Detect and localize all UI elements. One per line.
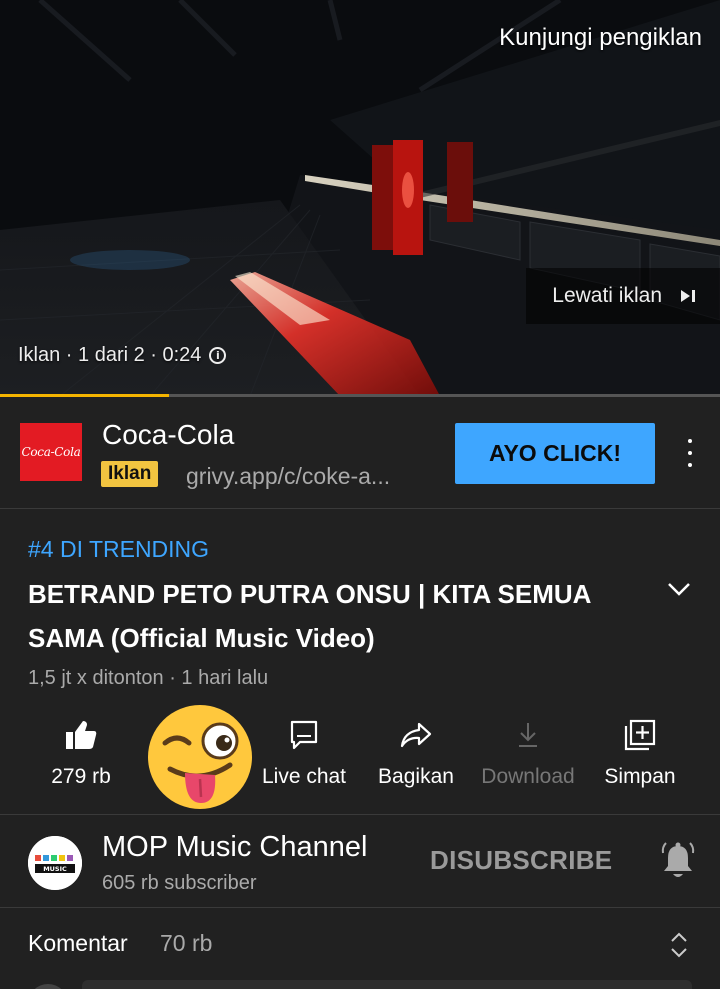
bell-icon[interactable] <box>660 841 696 881</box>
comment-preview[interactable] <box>82 980 692 989</box>
download-label: Download <box>481 765 575 788</box>
save-button[interactable]: Simpan <box>598 712 682 789</box>
winking-tongue-emoji <box>148 705 252 809</box>
expand-collapse-icon[interactable] <box>668 930 690 960</box>
unsubscribe-button[interactable]: DISUBSCRIBE <box>430 845 612 876</box>
coca-cola-logo[interactable]: Coca-Cola <box>20 423 82 481</box>
comments-section[interactable]: Komentar 70 rb <box>0 908 720 989</box>
share-button[interactable]: Bagikan <box>370 712 462 789</box>
live-chat-label: Live chat <box>261 765 347 788</box>
comments-title: Komentar <box>28 930 128 956</box>
download-icon <box>516 712 540 758</box>
action-bar: 279 rb Live chat Bagikan Download Simpan <box>0 712 720 812</box>
skip-ad-button[interactable]: Lewati iklan <box>526 268 720 324</box>
subscriber-count: 605 rb subscriber <box>102 872 257 894</box>
ad-video-frame <box>0 0 720 396</box>
skip-ad-label: Lewati iklan <box>552 284 662 307</box>
visit-advertiser-link[interactable]: Kunjungi pengiklan <box>499 24 702 52</box>
like-button[interactable]: 279 rb <box>46 712 116 789</box>
save-label: Simpan <box>604 765 676 788</box>
comment-avatar <box>28 984 68 989</box>
channel-name[interactable]: MOP Music Channel <box>102 831 367 864</box>
add-to-playlist-icon <box>623 712 657 758</box>
ad-cta-button[interactable]: AYO CLICK! <box>455 423 655 484</box>
advertiser-name[interactable]: Coca-Cola <box>102 419 234 451</box>
video-player[interactable]: Kunjungi pengiklan Lewati iklan Iklan · … <box>0 0 720 396</box>
trending-label[interactable]: #4 DI TRENDING <box>28 536 209 563</box>
ad-url[interactable]: grivy.app/c/coke-a... <box>186 463 390 490</box>
thumbs-up-icon <box>64 712 98 758</box>
ad-banner[interactable]: Coca-Cola Coca-Cola Iklan grivy.app/c/co… <box>0 397 720 509</box>
chevron-down-icon[interactable] <box>664 576 694 602</box>
live-chat-button[interactable]: Live chat <box>254 712 354 789</box>
video-title[interactable]: BETRAND PETO PUTRA ONSU | KITA SEMUA SAM… <box>28 572 608 660</box>
share-icon <box>399 712 433 758</box>
chat-icon <box>289 712 319 758</box>
ad-badge: Iklan <box>101 461 159 487</box>
ad-info-text: Iklan · 1 dari 2 · 0:24 <box>18 344 202 366</box>
channel-avatar[interactable]: MUSIC <box>28 836 82 890</box>
info-icon[interactable]: i <box>209 347 227 364</box>
video-meta: 1,5 jt x ditonton · 1 hari lalu <box>28 667 269 689</box>
channel-avatar-text: MUSIC <box>43 865 67 873</box>
more-options-icon[interactable] <box>680 439 700 467</box>
ad-info: Iklan · 1 dari 2 · 0:24 i <box>18 344 227 367</box>
like-count: 279 rb <box>51 765 111 788</box>
skip-next-icon <box>680 289 696 303</box>
download-button[interactable]: Download <box>474 712 582 789</box>
comments-count: 70 rb <box>160 930 213 956</box>
share-label: Bagikan <box>378 765 454 788</box>
channel-row: MUSIC MOP Music Channel 605 rb subscribe… <box>0 814 720 908</box>
